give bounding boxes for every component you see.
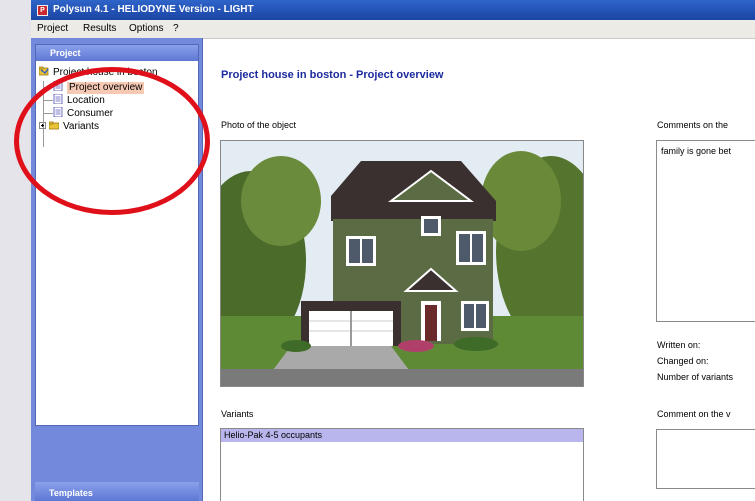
tree-item-label: Variants [63,121,99,132]
tree-item-label: Project overview [67,82,145,94]
project-panel-header[interactable]: Project [36,45,198,61]
tree-item-consumer[interactable]: Consumer [53,107,113,119]
tree-item-location[interactable]: Location [53,94,105,106]
house-photo-image [221,141,583,386]
window-title: Polysun 4.1 - HELIODYNE Version - LIGHT [53,4,254,15]
expand-plus-icon[interactable] [39,122,46,129]
changed-on-label: Changed on: [657,356,709,366]
variants-label: Variants [221,409,254,419]
app-icon: P [37,5,48,16]
written-on-label: Written on: [657,340,701,350]
page-title: Project house in boston - Project overvi… [221,69,444,81]
tree-connector [43,100,53,101]
tree-item-label: Project house in boston [53,67,158,78]
object-photo[interactable] [220,140,584,387]
tree-connector [43,87,53,88]
comment-on-variant-textarea[interactable] [656,429,755,489]
tree-item-label: Consumer [67,108,114,119]
tree-item-project-root[interactable]: Project house in boston [39,66,158,78]
tree-item-variants[interactable]: Variants [39,120,99,132]
comment-on-variant-label: Comment on the v [657,409,731,419]
photo-label: Photo of the object [221,120,297,130]
tree-connector [43,81,44,147]
project-panel: Project Project house in boston Project … [35,44,199,426]
variants-list[interactable]: Helio-Pak 4-5 occupants [220,428,584,501]
project-folder-icon [39,66,49,76]
comments-textarea[interactable]: family is gone bet [656,140,755,322]
application-window: P Polysun 4.1 - HELIODYNE Version - LIGH… [31,0,755,501]
number-of-variants-label: Number of variants [657,372,734,382]
menu-project[interactable]: Project [37,20,68,38]
tree-connector [43,113,53,114]
document-icon [53,81,63,91]
comments-label: Comments on the [657,120,729,130]
menu-results[interactable]: Results [83,20,116,38]
document-icon [53,94,63,104]
menu-options[interactable]: Options [129,20,163,38]
tree-item-label: Location [67,95,105,106]
tree-item-project-overview[interactable]: Project overview [53,81,145,94]
folder-icon [49,121,59,130]
list-item[interactable]: Helio-Pak 4-5 occupants [221,429,583,442]
menu-help[interactable]: ? [173,20,179,38]
title-bar: P Polysun 4.1 - HELIODYNE Version - LIGH… [31,0,755,20]
templates-panel-header[interactable]: Templates [35,482,199,501]
document-icon [53,107,63,117]
menu-bar: Project Results Options ? [31,20,755,39]
